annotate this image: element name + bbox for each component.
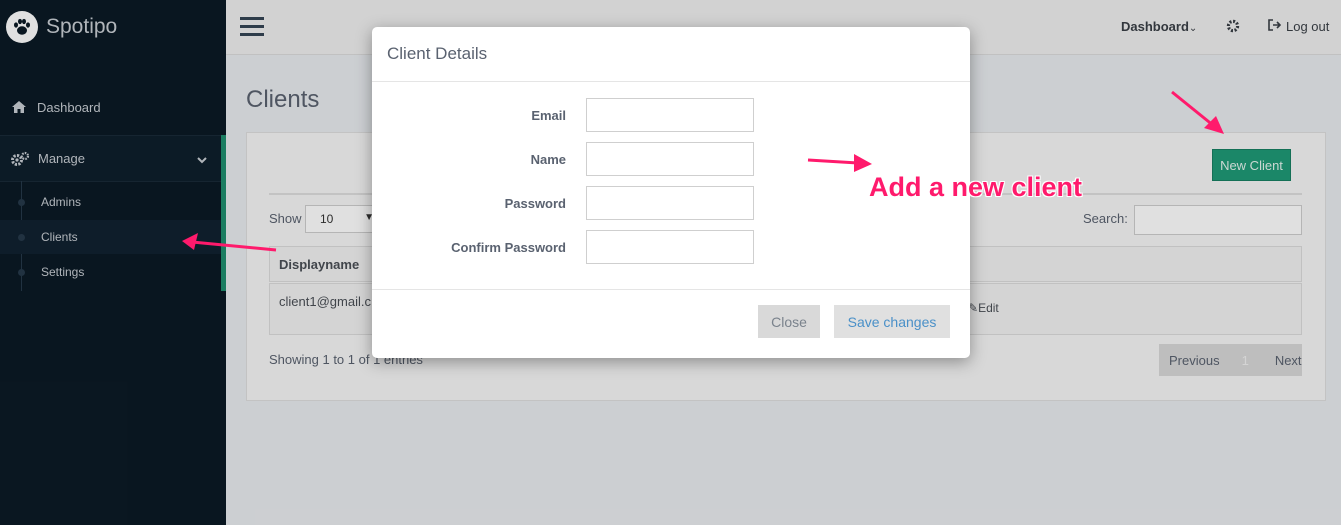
annotation-arrow-modal [807,154,872,172]
name-label: Name [530,152,566,167]
password-field[interactable] [586,186,754,220]
email-label: Email [531,108,566,123]
form-row-email: Email [372,98,970,132]
form-row-confirm-password: Confirm Password [372,230,970,264]
confirm-password-label: Confirm Password [451,240,566,255]
name-field[interactable] [586,142,754,176]
save-changes-button[interactable]: Save changes [834,305,950,338]
divider [372,289,970,290]
annotation-arrow-clients [182,233,277,252]
close-button[interactable]: Close [758,305,820,338]
password-label: Password [504,196,566,211]
annotation-text: Add a new client [869,172,1083,202]
email-field[interactable] [586,98,754,132]
modal-title: Client Details [387,44,488,63]
divider [372,81,970,82]
form-row-name: Name [372,142,970,176]
confirm-password-field[interactable] [586,230,754,264]
annotation-arrow-new-client [1171,90,1224,134]
